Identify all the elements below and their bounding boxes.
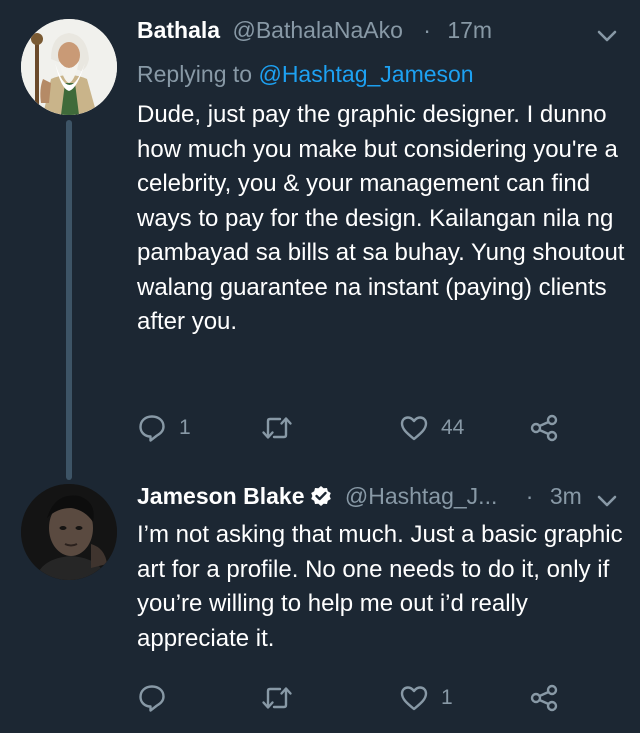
- tweet-text: I’m not asking that much. Just a basic g…: [137, 521, 623, 652]
- avatar[interactable]: [21, 484, 117, 580]
- reply-icon: [139, 415, 165, 442]
- tweet-text: Dude, just pay the graphic designer. I d…: [137, 101, 625, 335]
- tweet-header: Bathala @BathalaNaAko · 17m: [137, 14, 492, 46]
- like-icon: [400, 416, 428, 441]
- like-button[interactable]: 1: [399, 678, 453, 718]
- verified-badge-icon: [310, 483, 332, 515]
- profile-photo-avatar-icon: [21, 484, 117, 580]
- timestamp[interactable]: 3m: [550, 483, 582, 509]
- like-count: 1: [441, 686, 453, 709]
- tweet[interactable]: Bathala @BathalaNaAko · 17m Replying to …: [0, 0, 640, 470]
- like-icon: [400, 686, 428, 711]
- separator-dot: ·: [423, 17, 431, 43]
- separator-dot: ·: [525, 483, 534, 509]
- share-button[interactable]: [529, 408, 559, 448]
- share-icon: [530, 684, 558, 712]
- tweet-actions: 1: [137, 678, 577, 718]
- avatar[interactable]: [21, 19, 117, 115]
- retweet-button[interactable]: [261, 678, 305, 718]
- reply-count: 1: [179, 416, 191, 439]
- retweet-icon: [262, 687, 292, 709]
- display-name[interactable]: Jameson Blake: [137, 483, 304, 509]
- retweet-icon: [262, 417, 292, 439]
- tweet-header: Jameson Blake @Hashtag_J... · 3m: [137, 480, 582, 512]
- user-handle[interactable]: @Hashtag_J...: [345, 483, 497, 509]
- tweet-actions: 1 44: [137, 408, 577, 448]
- like-count: 44: [441, 416, 465, 439]
- user-handle[interactable]: @BathalaNaAko: [232, 17, 402, 43]
- replying-to: Replying to @Hashtag_Jameson: [137, 58, 474, 90]
- display-name[interactable]: Bathala: [137, 17, 220, 43]
- old-man-avatar-icon: [21, 19, 117, 115]
- reply-button[interactable]: 1: [137, 408, 191, 448]
- caret-down-icon[interactable]: [596, 25, 618, 47]
- caret-down-icon[interactable]: [596, 490, 618, 512]
- like-button[interactable]: 44: [399, 408, 464, 448]
- reply-button[interactable]: [137, 678, 179, 718]
- share-icon: [530, 414, 558, 442]
- timestamp[interactable]: 17m: [447, 17, 492, 43]
- reply-icon: [139, 685, 165, 712]
- replying-to-mention[interactable]: @Hashtag_Jameson: [258, 61, 473, 87]
- retweet-button[interactable]: [261, 408, 305, 448]
- share-button[interactable]: [529, 678, 559, 718]
- replying-to-label: Replying to: [137, 61, 253, 87]
